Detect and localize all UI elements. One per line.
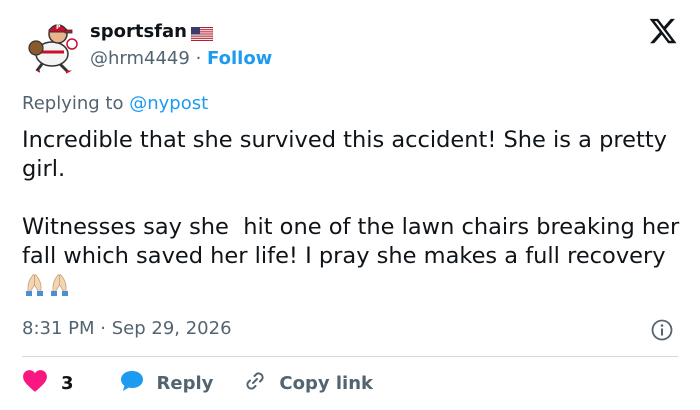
baseball-player-avatar: P — [22, 12, 86, 76]
display-name-text: sportsfan — [90, 21, 187, 42]
separator-dot: · — [195, 48, 202, 69]
tweet-text: Incredible that she survived this accide… — [22, 126, 682, 305]
reply-button[interactable]: Reply — [119, 369, 214, 398]
user-handle[interactable]: @hrm4449 — [90, 48, 190, 69]
tweet-paragraph-2: Witnesses say she hit one of the lawn ch… — [22, 214, 687, 269]
follow-button[interactable]: Follow — [207, 48, 272, 69]
divider — [22, 356, 678, 357]
tweet-timestamp[interactable]: 8:31 PM · Sep 29, 2026 — [22, 318, 232, 340]
handle-row: @hrm4449 · Follow — [90, 48, 272, 70]
replying-prefix: Replying to — [22, 93, 124, 114]
separator-dot: · — [100, 318, 106, 339]
svg-text:P: P — [56, 24, 61, 31]
reply-label: Reply — [156, 372, 214, 394]
tweet-date: Sep 29, 2026 — [111, 318, 232, 339]
like-button[interactable]: 3 — [22, 369, 74, 398]
reply-mention-link[interactable]: @nypost — [129, 93, 208, 114]
tweet-paragraph-1: Incredible that she survived this accide… — [22, 127, 675, 182]
display-name[interactable]: sportsfan — [90, 21, 214, 43]
x-logo-icon[interactable] — [648, 16, 678, 46]
action-bar: 3 Reply Copy link — [22, 368, 373, 398]
us-flag-icon — [190, 25, 214, 42]
avatar[interactable]: P — [22, 12, 86, 76]
replying-to: Replying to @nypost — [22, 93, 208, 115]
speech-bubble-icon — [119, 369, 145, 398]
tweet-time: 8:31 PM — [22, 318, 95, 339]
copy-link-button[interactable]: Copy link — [243, 369, 373, 398]
info-icon[interactable] — [651, 319, 673, 341]
praying-hands-icon — [22, 271, 72, 305]
like-count: 3 — [61, 372, 74, 394]
heart-icon — [22, 369, 48, 398]
link-icon — [243, 369, 267, 398]
copy-link-label: Copy link — [279, 372, 373, 394]
